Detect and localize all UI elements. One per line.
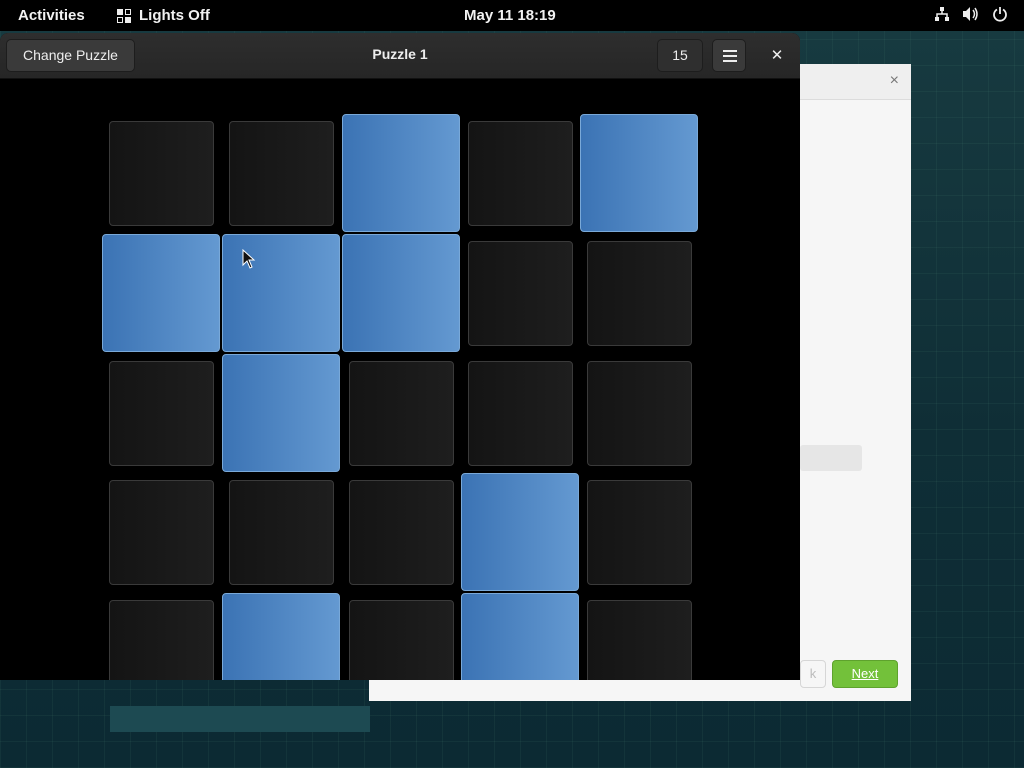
light-tile[interactable] (467, 120, 573, 226)
lights-off-window: Change Puzzle Puzzle 1 15 ✕ (0, 33, 800, 680)
light-tile[interactable] (461, 473, 579, 591)
power-icon (993, 7, 1007, 22)
light-tile[interactable] (222, 593, 340, 680)
volume-icon (963, 7, 978, 21)
light-tile[interactable] (102, 234, 220, 352)
light-tile[interactable] (228, 479, 334, 585)
moon-icon (888, 123, 894, 135)
light-tile[interactable] (228, 120, 334, 226)
light-tile[interactable] (461, 593, 579, 680)
activities-button[interactable]: Activities (18, 7, 85, 24)
app-menu-label: Lights Off (139, 7, 210, 24)
top-bar: Activities Lights Off May 11 18:19 (0, 0, 1024, 31)
light-tile[interactable] (586, 479, 692, 585)
system-tray[interactable] (934, 6, 1008, 22)
app-menu[interactable]: Lights Off (117, 7, 210, 24)
mouse-pointer-icon (242, 249, 256, 269)
next-button[interactable]: Next (832, 660, 898, 688)
clock[interactable]: May 11 18:19 (464, 7, 556, 24)
light-tile[interactable] (467, 240, 573, 346)
close-icon[interactable]: ✕ (765, 44, 789, 68)
background-field (800, 445, 862, 471)
light-tile[interactable] (586, 360, 692, 466)
light-tile[interactable] (108, 120, 214, 226)
light-tile[interactable] (342, 234, 460, 352)
network-icon (935, 7, 949, 21)
light-tile[interactable] (108, 479, 214, 585)
light-tile[interactable] (467, 360, 573, 466)
wallpaper-band (110, 706, 370, 732)
light-tile[interactable] (586, 599, 692, 680)
back-button[interactable]: k (800, 660, 826, 688)
background-close-icon[interactable]: × (890, 72, 899, 90)
header-bar: Change Puzzle Puzzle 1 15 ✕ (0, 33, 800, 79)
hamburger-menu-icon[interactable] (712, 39, 746, 72)
game-board (0, 80, 800, 680)
light-tile[interactable] (586, 240, 692, 346)
light-tile[interactable] (342, 114, 460, 232)
light-tile[interactable] (348, 479, 454, 585)
light-tile[interactable] (108, 599, 214, 680)
light-tile[interactable] (348, 599, 454, 680)
light-tile[interactable] (348, 360, 454, 466)
light-tile[interactable] (222, 234, 340, 352)
light-tile[interactable] (108, 360, 214, 466)
lights-off-app-icon (117, 8, 131, 23)
level-indicator[interactable]: 15 (657, 39, 703, 72)
light-tile[interactable] (222, 354, 340, 472)
light-tile[interactable] (580, 114, 698, 232)
